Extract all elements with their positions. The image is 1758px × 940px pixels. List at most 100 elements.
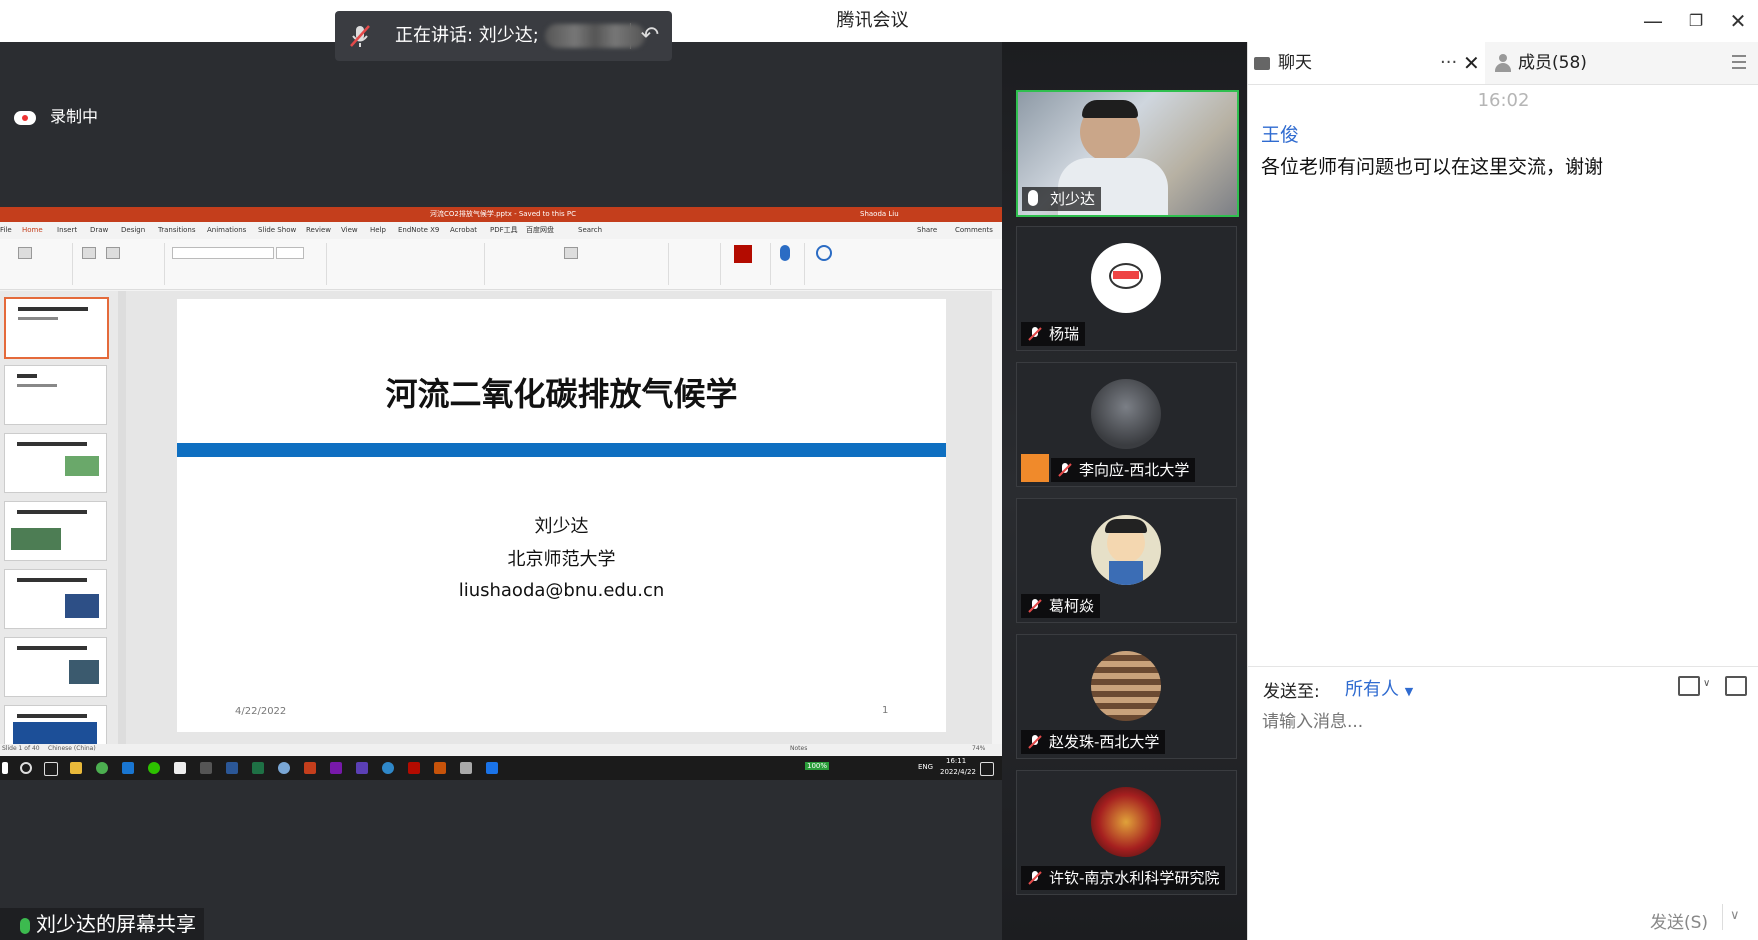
ppt-tab[interactable]: Insert: [57, 222, 77, 239]
ppt-share-button[interactable]: Share: [917, 222, 937, 239]
battery-status: 100%: [805, 762, 830, 770]
windows-start-icon[interactable]: [2, 762, 8, 774]
participant-tile[interactable]: 赵发珠-西北大学: [1016, 634, 1237, 759]
message-input[interactable]: [1260, 706, 1744, 738]
meeting-icon[interactable]: [486, 762, 498, 774]
acrobat-icon[interactable]: [408, 762, 420, 774]
ppt-file-title: 河流CO2排放气候学.pptx - Saved to this PC: [430, 210, 577, 218]
reuse-slide-icon[interactable]: [106, 247, 120, 259]
participant-tile[interactable]: 李向应-西北大学: [1016, 362, 1237, 487]
slide-thumb-5[interactable]: [4, 569, 107, 629]
chrome-icon[interactable]: [96, 762, 108, 774]
ppt-tab[interactable]: PDF工具: [490, 222, 518, 239]
font-name-input[interactable]: [172, 247, 274, 259]
recording-indicator[interactable]: 录制中: [14, 103, 98, 127]
speaker-indicator: 正在讲话: 刘少达; ↶: [335, 11, 672, 61]
app-icon[interactable]: [460, 762, 472, 774]
notification-icon[interactable]: [980, 762, 994, 776]
notes-button[interactable]: Notes: [790, 745, 807, 752]
ppt-tab[interactable]: 百度网盘: [526, 222, 554, 239]
more-icon[interactable]: ···: [1440, 42, 1457, 84]
arrange-icon[interactable]: [564, 247, 578, 259]
app-icon[interactable]: [200, 762, 212, 774]
ppt-tab[interactable]: EndNote X9: [398, 222, 439, 239]
file-explorer-icon[interactable]: [70, 762, 82, 774]
mic-muted-icon[interactable]: [345, 21, 375, 51]
slide-email: liushaoda@bnu.edu.cn: [458, 580, 665, 601]
ppt-tab[interactable]: Design: [121, 222, 145, 239]
task-view-icon[interactable]: [44, 762, 58, 776]
ppt-tab[interactable]: View: [341, 222, 358, 239]
ppt-tab[interactable]: Transitions: [158, 222, 196, 239]
restore-icon[interactable]: ❐: [1683, 8, 1709, 34]
ppt-search[interactable]: Search: [578, 222, 602, 239]
slide-title: 河流二氧化碳排放气候学: [385, 375, 738, 413]
ppt-tab[interactable]: Animations: [207, 222, 246, 239]
participant-tile[interactable]: 葛柯焱: [1016, 498, 1237, 623]
app-icon[interactable]: [356, 762, 368, 774]
thumbnails-scrollbar[interactable]: [118, 291, 126, 753]
divider: [1722, 904, 1723, 930]
divider: [1248, 666, 1758, 667]
input-language[interactable]: ENG: [918, 763, 933, 771]
paste-icon[interactable]: [18, 247, 32, 259]
mic-on-icon: [1028, 190, 1038, 206]
search-icon[interactable]: [20, 762, 32, 774]
slide-thumb-4[interactable]: [4, 501, 107, 561]
slide-thumb-2[interactable]: [4, 365, 107, 425]
mic-muted-icon: [1028, 735, 1042, 749]
font-size-input[interactable]: [276, 247, 304, 259]
close-icon[interactable]: ✕: [1725, 8, 1751, 34]
tab-chat[interactable]: 聊天 ··· ✕: [1248, 42, 1485, 84]
new-slide-icon[interactable]: [82, 247, 96, 259]
illustrator-icon[interactable]: [434, 762, 446, 774]
app-icon[interactable]: [278, 762, 290, 774]
slide-thumb-3[interactable]: [4, 433, 107, 493]
ppt-tab[interactable]: File: [0, 222, 12, 239]
slide-thumb-1[interactable]: [4, 297, 109, 359]
send-options-icon[interactable]: ∨: [1730, 908, 1740, 923]
mic-muted-icon: [1028, 599, 1042, 613]
chat-sender[interactable]: 王俊: [1261, 120, 1299, 147]
tab-members[interactable]: 成员(58): [1486, 42, 1721, 84]
app-icon[interactable]: [174, 762, 186, 774]
app-icon[interactable]: [382, 762, 394, 774]
panel-menu-icon[interactable]: [1732, 55, 1746, 69]
speaker-text: 正在讲话: 刘少达;: [395, 25, 539, 46]
ppt-title-bar: 河流CO2排放气候学.pptx - Saved to this PC Shaod…: [0, 207, 1002, 222]
ppt-tab[interactable]: Review: [306, 222, 331, 239]
ppt-tab[interactable]: Help: [370, 222, 386, 239]
minimize-icon[interactable]: —: [1640, 8, 1666, 34]
adobe-pdf-icon[interactable]: [734, 245, 752, 263]
return-icon[interactable]: ↶: [635, 21, 665, 51]
avatar: [1091, 515, 1161, 585]
chat-message: 各位老师有问题也可以在这里交流，谢谢: [1261, 156, 1604, 178]
word-icon[interactable]: [226, 762, 238, 774]
participant-tile[interactable]: 杨瑞: [1016, 226, 1237, 351]
dictate-icon[interactable]: [780, 245, 790, 261]
ppt-tab[interactable]: Draw: [90, 222, 108, 239]
shared-taskbar: 100% ENG 16:11 2022/4/22: [0, 756, 1002, 780]
participant-name: 赵发珠-西北大学: [1049, 733, 1160, 751]
close-chat-icon[interactable]: ✕: [1463, 42, 1480, 84]
onenote-icon[interactable]: [330, 762, 342, 774]
ppt-tab[interactable]: Slide Show: [258, 222, 296, 239]
file-icon[interactable]: [1678, 676, 1700, 696]
participant-label: 葛柯焱: [1021, 594, 1101, 618]
outlook-icon[interactable]: [122, 762, 134, 774]
zoom-level[interactable]: 74%: [972, 745, 985, 752]
powerpoint-icon[interactable]: [304, 762, 316, 774]
clipboard-group: [0, 243, 73, 285]
announcement-icon[interactable]: [1725, 676, 1747, 696]
participant-tile[interactable]: 许钦-南京水利科学研究院: [1016, 770, 1237, 895]
chevron-down-icon[interactable]: ∨: [1703, 678, 1710, 689]
baidu-save-icon[interactable]: [816, 245, 832, 261]
slide-thumb-6[interactable]: [4, 637, 107, 697]
ppt-comments-button[interactable]: Comments: [955, 222, 993, 239]
wechat-icon[interactable]: [148, 762, 160, 774]
send-button[interactable]: 发送(S): [1650, 908, 1708, 933]
send-to-select[interactable]: 所有人 ▼: [1345, 675, 1413, 701]
ppt-tab[interactable]: Acrobat: [450, 222, 477, 239]
participant-tile[interactable]: 刘少达: [1016, 90, 1239, 217]
excel-icon[interactable]: [252, 762, 264, 774]
